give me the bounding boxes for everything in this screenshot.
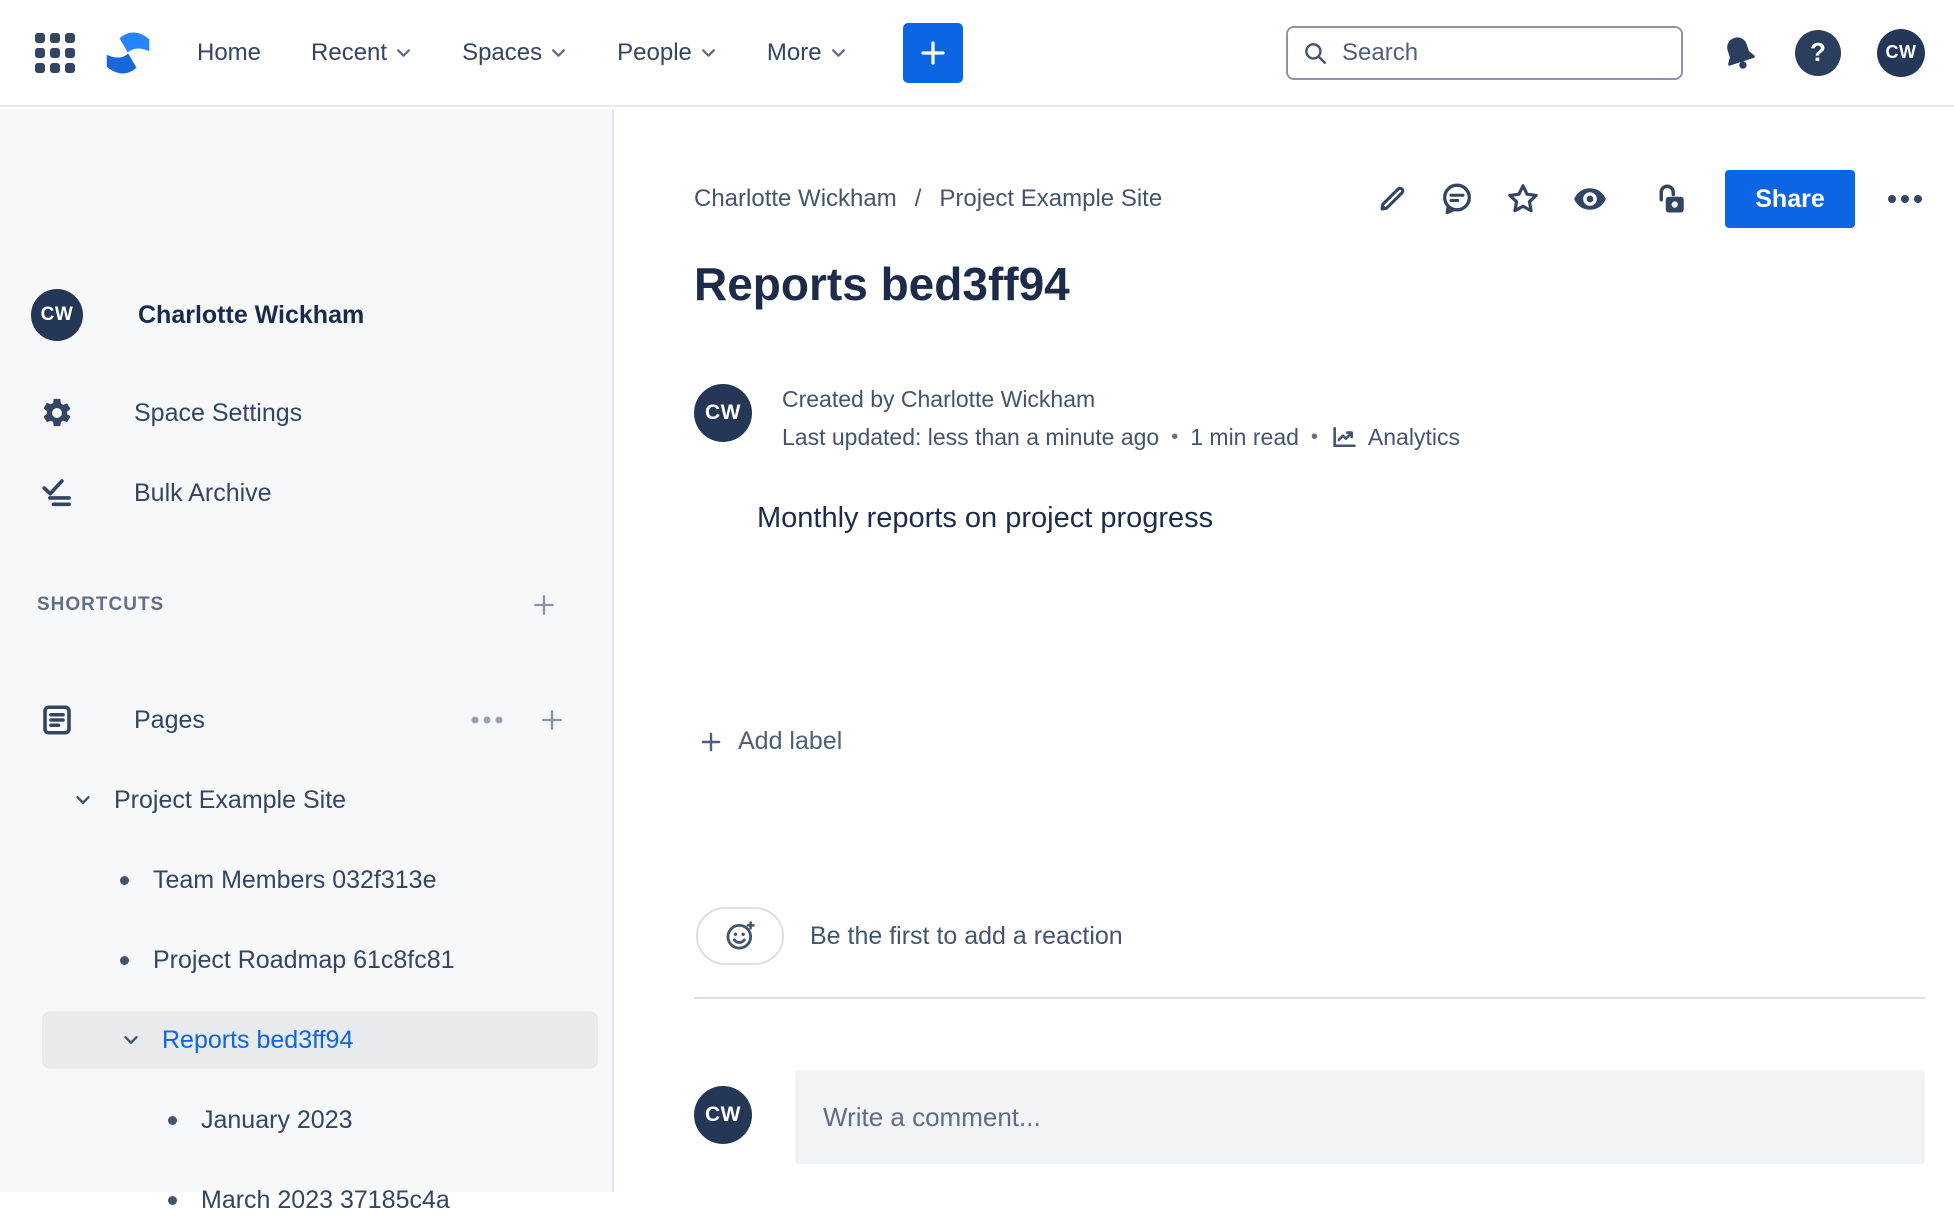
- unlock-icon[interactable]: [1653, 181, 1689, 217]
- page-actions: Share: [1375, 170, 1925, 228]
- tree-item-january-2023[interactable]: January 2023: [0, 1091, 614, 1149]
- nav-recent-label: Recent: [311, 38, 388, 66]
- bulk-archive-icon: [42, 479, 71, 507]
- reaction-row: Be the first to add a reaction: [696, 907, 1123, 965]
- shortcuts-label: SHORTCUTS: [37, 594, 165, 615]
- pages-more-icon[interactable]: [470, 715, 504, 725]
- bullet-icon: [120, 955, 129, 965]
- bullet-icon: [168, 1195, 177, 1205]
- comment-divider: [694, 997, 1925, 999]
- space-settings-label: Space Settings: [134, 398, 303, 427]
- author-avatar[interactable]: CW: [694, 384, 752, 442]
- sidebar-item-pages[interactable]: Pages: [0, 690, 614, 750]
- commenter-avatar: CW: [694, 1086, 752, 1144]
- bullet-icon: [168, 1115, 177, 1125]
- chevron-down-icon: [701, 49, 715, 57]
- space-avatar: CW: [31, 289, 83, 341]
- notifications-bell-icon[interactable]: [1719, 33, 1759, 73]
- edit-pencil-icon[interactable]: [1375, 182, 1409, 216]
- read-time-text: 1 min read: [1190, 423, 1299, 450]
- more-actions-icon[interactable]: [1885, 193, 1925, 205]
- plus-icon: [920, 40, 945, 65]
- nav-more-label: More: [766, 38, 822, 66]
- space-header[interactable]: CW Charlotte Wickham: [0, 287, 614, 343]
- page-title: Reports bed3ff94: [694, 258, 1070, 310]
- app-switcher-icon[interactable]: [33, 31, 77, 75]
- user-avatar-initials: CW: [1885, 42, 1917, 62]
- primary-nav: Home Recent Spaces People More: [197, 39, 847, 67]
- tree-item-team-members[interactable]: Team Members 032f313e: [0, 851, 614, 909]
- nav-home-label: Home: [197, 38, 262, 66]
- pages-label: Pages: [134, 705, 205, 734]
- space-sidebar: CW Charlotte Wickham Space Settings Bulk…: [0, 109, 614, 1214]
- gear-icon: [43, 398, 71, 427]
- tree-item-reports-selected[interactable]: Reports bed3ff94: [42, 1011, 598, 1069]
- shortcuts-section-header: SHORTCUTS: [0, 577, 614, 633]
- nav-recent[interactable]: Recent: [311, 39, 412, 67]
- reaction-hint-text: Be the first to add a reaction: [810, 921, 1123, 950]
- nav-spaces-label: Spaces: [462, 38, 543, 66]
- tree-item-project-example-site[interactable]: Project Example Site: [0, 771, 614, 829]
- add-page-icon[interactable]: [538, 706, 566, 734]
- bullet-icon: [120, 875, 129, 885]
- search-box[interactable]: [1286, 25, 1683, 80]
- chevron-down-icon: [552, 49, 566, 57]
- page-content: Charlotte Wickham / Project Example Site: [616, 109, 1954, 1192]
- search-icon: [1305, 42, 1326, 64]
- last-updated-text[interactable]: Last updated: less than a minute ago: [782, 424, 1159, 451]
- nav-people-label: People: [617, 38, 692, 66]
- breadcrumb-parent-page[interactable]: Project Example Site: [939, 185, 1162, 213]
- nav-more[interactable]: More: [767, 39, 847, 67]
- breadcrumb-space[interactable]: Charlotte Wickham: [694, 185, 897, 213]
- space-name: Charlotte Wickham: [138, 300, 365, 329]
- page-body-text: Monthly reports on project progress: [757, 502, 1214, 534]
- plus-icon: [701, 732, 721, 751]
- analytics-chart-icon: [1333, 426, 1356, 448]
- confluence-logo-icon[interactable]: [101, 28, 155, 78]
- chevron-down-icon: [397, 49, 411, 57]
- share-button[interactable]: Share: [1725, 170, 1855, 228]
- add-reaction-button[interactable]: [696, 907, 784, 965]
- chevron-down-icon: [831, 49, 845, 57]
- user-avatar[interactable]: CW: [1877, 28, 1925, 77]
- sidebar-item-bulk-archive[interactable]: Bulk Archive: [0, 465, 614, 521]
- search-input[interactable]: [1342, 38, 1642, 67]
- comment-bubble-icon[interactable]: [1439, 181, 1475, 217]
- bulk-archive-label: Bulk Archive: [134, 478, 272, 507]
- created-by-text: Created by Charlotte Wickham: [782, 386, 1096, 412]
- tree-item-project-roadmap[interactable]: Project Roadmap 61c8fc81: [0, 931, 614, 989]
- chevron-down-icon[interactable]: [120, 1029, 142, 1051]
- breadcrumb: Charlotte Wickham / Project Example Site: [694, 185, 1162, 213]
- help-icon[interactable]: ?: [1795, 29, 1841, 76]
- chevron-down-icon[interactable]: [72, 789, 94, 811]
- create-button[interactable]: [902, 22, 963, 83]
- top-navigation-bar: Home Recent Spaces People More Search ? …: [0, 0, 1954, 107]
- add-shortcut-icon[interactable]: [530, 591, 558, 619]
- analytics-link[interactable]: Analytics: [1330, 423, 1460, 451]
- byline: CW Created by Charlotte Wickham Last upd…: [694, 384, 1460, 451]
- breadcrumb-separator: /: [914, 185, 922, 212]
- nav-spaces[interactable]: Spaces: [462, 39, 567, 67]
- watch-eye-icon[interactable]: [1571, 180, 1609, 218]
- comment-input[interactable]: [795, 1070, 1925, 1164]
- smiley-plus-icon: [726, 921, 755, 950]
- tree-item-march-2023[interactable]: March 2023 37185c4a: [0, 1171, 614, 1229]
- nav-home[interactable]: Home: [197, 39, 261, 67]
- sidebar-item-space-settings[interactable]: Space Settings: [0, 385, 614, 441]
- pages-icon: [43, 705, 71, 735]
- add-label-button[interactable]: Add label: [698, 727, 842, 756]
- nav-people[interactable]: People: [617, 39, 717, 67]
- star-icon[interactable]: [1505, 181, 1541, 217]
